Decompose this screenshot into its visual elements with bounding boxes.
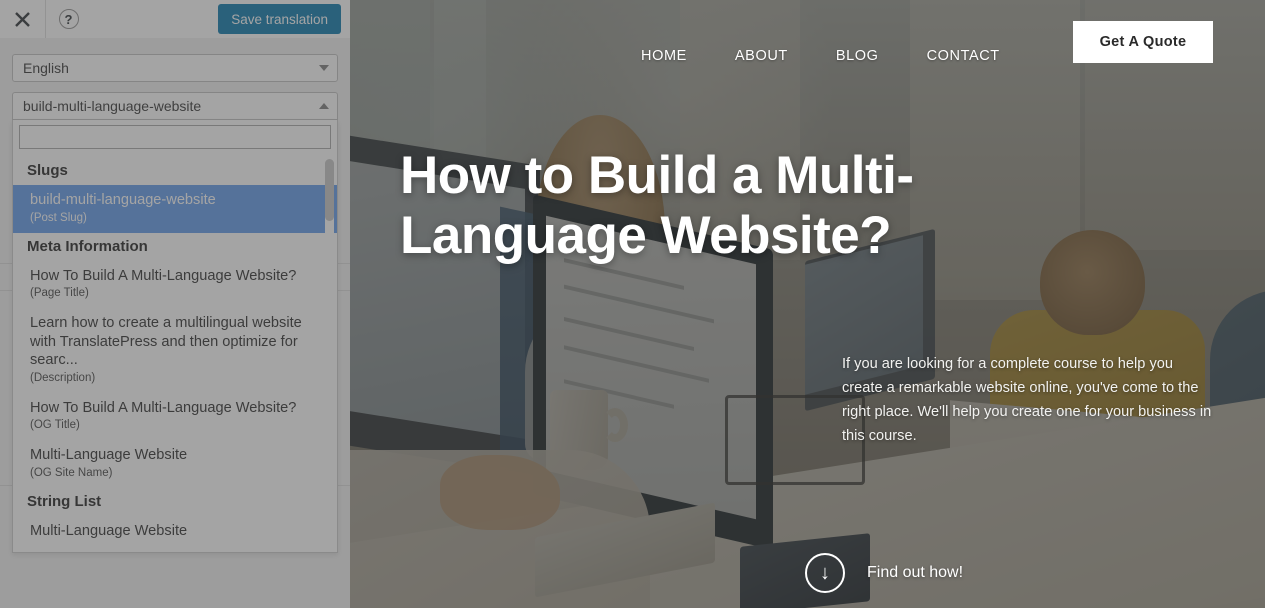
string-select-value: build-multi-language-website [23,98,202,114]
dropdown-option-type: (OG Site Name) [30,466,113,479]
language-select-value: English [23,60,69,76]
hero-title: How to Build a Multi-Language Website? [400,146,914,265]
dropdown-scrollbar-thumb[interactable] [325,159,334,221]
scroll-down-cta[interactable]: ↓ Find out how! [805,553,963,593]
editor-toolbar: ? Save translation [0,0,350,38]
dropdown-option[interactable]: How To Build A Multi-Language Website? (O… [13,393,337,441]
dropdown-option-label: build-multi-language-website [30,192,216,208]
dropdown-group-header: String List [27,492,102,510]
chevron-down-icon [319,65,329,71]
close-icon[interactable] [0,0,45,38]
dropdown-option-type: (OG Title) [30,419,80,431]
dropdown-search-input[interactable] [19,125,331,149]
dropdown-option-type: (Page Title) [30,287,89,299]
nav-link-about[interactable]: ABOUT [711,48,812,64]
nav-links: HOME ABOUT BLOG CONTACT Get A Quote [617,21,1213,64]
string-select-dropdown: Slugs build-multi-language-website (Post S… [12,120,338,553]
dropdown-option-label: How To Build A Multi-Language Website? [30,267,297,284]
nav-link-contact[interactable]: CONTACT [903,48,1024,64]
dropdown-option[interactable]: build-multi-language-website (Post Slug) [13,185,337,233]
get-a-quote-button[interactable]: Get A Quote [1073,21,1213,63]
nav-link-blog[interactable]: BLOG [812,48,903,64]
dropdown-option[interactable]: How To Build A Multi-Language Website? (P… [13,261,337,309]
dropdown-group-header: Slugs [27,162,68,179]
dropdown-option-label: Multi-Language Website [30,522,188,539]
hero-paragraph: If you are looking for a complete course… [842,356,1212,444]
string-select[interactable]: build-multi-language-website [12,92,338,120]
dropdown-option[interactable]: Multi-Language Website (OG Site Name) [13,440,337,488]
language-select[interactable]: English [12,54,338,82]
translation-editor-sidebar: ? Save translation English build-multi-l… [0,0,350,608]
site-preview: HOME ABOUT BLOG CONTACT Get A Quote How … [350,0,1265,608]
dropdown-option-list[interactable]: Slugs build-multi-language-website (Post S… [13,157,337,552]
site-nav: HOME ABOUT BLOG CONTACT Get A Quote [350,21,1265,78]
dropdown-option[interactable]: Multi-Language Website [13,516,337,548]
save-translation-button[interactable]: Save translation [218,4,341,34]
dropdown-option-type: (Description) [30,371,96,384]
hero-dark-overlay [350,0,1265,608]
editor-root: HOME ABOUT BLOG CONTACT Get A Quote How … [0,0,1265,608]
dropdown-option-label: Multi-Language Website [30,447,188,463]
chevron-up-icon [319,103,329,109]
dropdown-option[interactable]: Learn how to create a multilingual websi… [13,308,337,393]
dropdown-option-type: (Post Slug) [30,211,87,224]
arrow-down-icon[interactable]: ↓ [805,553,845,593]
help-icon[interactable]: ? [46,0,91,38]
help-glyph: ? [58,9,79,29]
scroll-label: Find out how! [867,564,964,581]
nav-link-home[interactable]: HOME [617,48,711,64]
dropdown-option-label: Learn how to create a multilingual websi… [30,315,302,368]
dropdown-option-label: How To Build A Multi-Language Website? [30,399,297,416]
dropdown-group-header: Meta Information [27,237,148,255]
